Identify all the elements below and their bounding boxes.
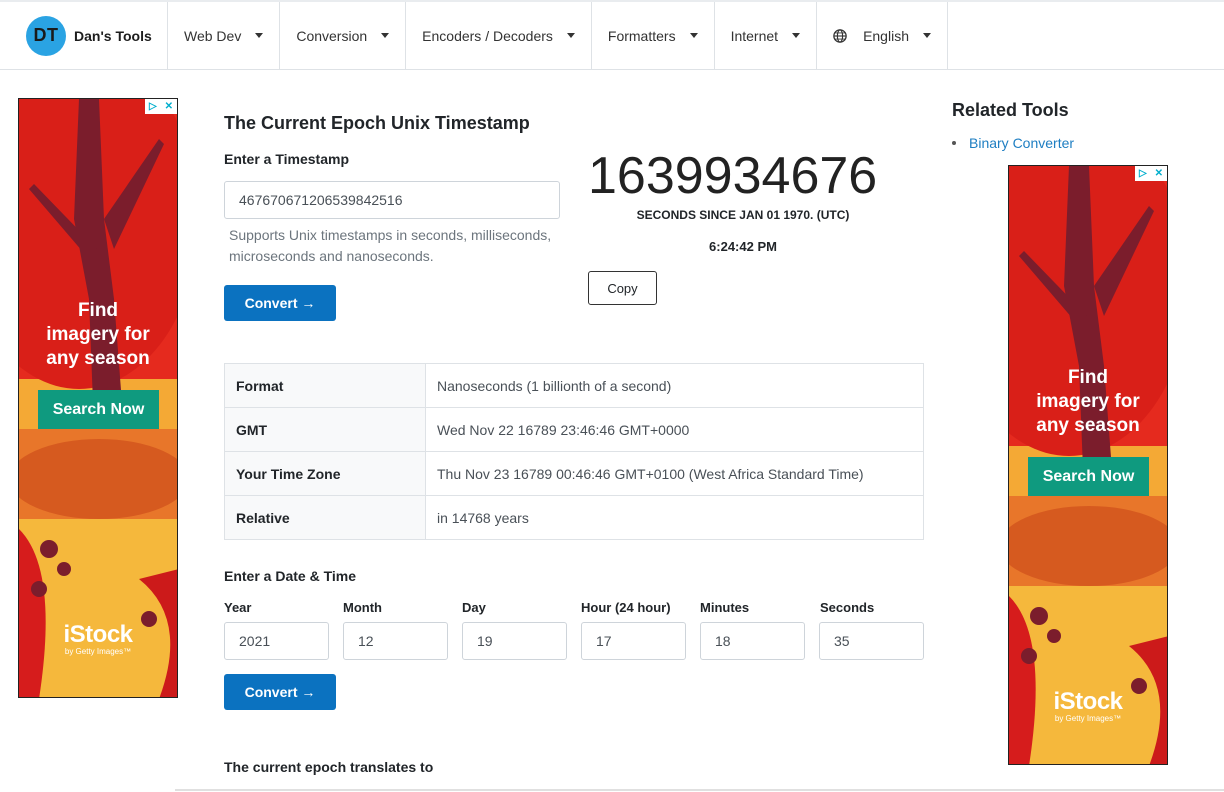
minutes-label: Minutes	[700, 600, 750, 615]
caret-down-icon	[689, 33, 698, 38]
istock-logo: iStock by Getty Images™	[19, 621, 177, 656]
bullet-icon	[952, 141, 956, 145]
nav-item-label: Formatters	[607, 27, 676, 44]
ad-logo-text: iStock	[1053, 688, 1123, 715]
table-row: Relative in 14768 years	[224, 495, 924, 540]
epoch-translates-label: The current epoch translates to	[224, 759, 434, 775]
day-input[interactable]: 19	[462, 622, 567, 660]
row-value: Thu Nov 23 16789 00:46:46 GMT+0100 (West…	[425, 451, 924, 496]
nav-item-encoders-decoders[interactable]: Encoders / Decoders	[406, 2, 592, 69]
right-ad-banner[interactable]: ▷ ✕ Find imagery for any season Search No…	[1008, 165, 1168, 765]
istock-logo: iStock by Getty Images™	[1009, 688, 1167, 723]
related-tool-link[interactable]: Binary Converter	[952, 135, 1074, 151]
nav-item-label: Conversion	[296, 27, 368, 44]
caret-down-icon	[566, 33, 575, 38]
ad-headline-line: imagery for	[46, 324, 150, 345]
ad-headline-line: any season	[46, 348, 150, 369]
brand-link[interactable]: DT Dan's Tools	[0, 2, 168, 69]
row-value: in 14768 years	[425, 495, 924, 540]
globe-icon	[833, 28, 847, 43]
current-epoch-value: 1639934676	[588, 147, 878, 205]
nav-item-formatters[interactable]: Formatters	[592, 2, 715, 69]
ad-choices-icon[interactable]: ▷ ✕	[1135, 166, 1167, 181]
convert-datetime-button[interactable]: Convert →	[224, 674, 336, 710]
epoch-since-label: SECONDS SINCE JAN 01 1970. (UTC)	[636, 208, 850, 222]
ad-headline-line: any season	[1036, 415, 1140, 436]
caret-down-icon	[255, 33, 264, 38]
hour-label: Hour (24 hour)	[581, 600, 671, 615]
nav-item-label: Encoders / Decoders	[422, 27, 553, 44]
related-tools-title: Related Tools	[952, 100, 1069, 120]
brand-name: Dan's Tools	[74, 27, 152, 44]
timestamp-help-text: Supports Unix timestamps in seconds, mil…	[229, 227, 552, 264]
ad-headline: Find imagery for any season	[1009, 366, 1167, 438]
current-time: 6:24:42 PM	[709, 239, 777, 254]
day-label: Day	[462, 600, 486, 615]
month-label: Month	[343, 600, 382, 615]
left-ad-banner[interactable]: ▷ ✕ Find imagery for any season Search No…	[18, 98, 178, 698]
caret-down-icon	[381, 33, 390, 38]
copy-button[interactable]: Copy	[588, 271, 657, 305]
month-input[interactable]: 12	[343, 622, 448, 660]
related-tool-label: Binary Converter	[969, 135, 1075, 151]
caret-down-icon	[922, 33, 931, 38]
table-row: Your Time Zone Thu Nov 23 16789 00:46:46…	[224, 451, 924, 496]
timestamp-input[interactable]: 467670671206539842516	[224, 181, 560, 219]
table-row: Format Nanoseconds (1 billionth of a sec…	[224, 363, 924, 408]
seconds-input[interactable]: 35	[819, 622, 924, 660]
page-title: The Current Epoch Unix Timestamp	[224, 113, 530, 133]
year-input[interactable]: 2021	[224, 622, 329, 660]
row-key: GMT	[224, 407, 426, 452]
nav-item-conversion[interactable]: Conversion	[280, 2, 407, 69]
row-key: Your Time Zone	[224, 451, 426, 496]
seconds-label: Seconds	[820, 600, 875, 615]
ad-logo-subtext: by Getty Images™	[1054, 714, 1122, 723]
ad-search-button[interactable]: Search Now	[1028, 457, 1149, 496]
ad-choices-icon[interactable]: ▷ ✕	[145, 99, 177, 114]
top-navbar: DT Dan's Tools Web Dev Conversion Encode…	[0, 2, 1224, 70]
result-table: Format Nanoseconds (1 billionth of a sec…	[224, 363, 924, 540]
datetime-label: Enter a Date & Time	[224, 568, 357, 584]
year-label: Year	[224, 600, 252, 615]
convert-timestamp-button[interactable]: Convert →	[224, 285, 336, 321]
language-selector[interactable]: English	[817, 2, 948, 69]
nav-item-label: Internet	[730, 27, 779, 44]
brand-logo: DT	[26, 15, 66, 56]
bottom-divider	[175, 789, 1224, 791]
caret-down-icon	[792, 33, 801, 38]
ad-headline-line: Find	[77, 300, 119, 321]
ad-logo-subtext: by Getty Images™	[64, 647, 132, 656]
language-label: English	[863, 27, 909, 44]
ad-headline-line: Find	[1067, 367, 1109, 388]
minutes-input[interactable]: 18	[700, 622, 805, 660]
timestamp-label: Enter a Timestamp	[224, 151, 350, 167]
row-value: Wed Nov 22 16789 23:46:46 GMT+0000	[425, 407, 924, 452]
row-key: Relative	[224, 495, 426, 540]
nav-item-label: Web Dev	[184, 27, 242, 44]
nav-item-internet[interactable]: Internet	[715, 2, 818, 69]
ad-headline: Find imagery for any season	[19, 299, 177, 371]
ad-headline-line: imagery for	[1036, 391, 1140, 412]
nav-item-web-dev[interactable]: Web Dev	[168, 2, 281, 69]
ad-search-button[interactable]: Search Now	[38, 390, 159, 429]
row-value: Nanoseconds (1 billionth of a second)	[437, 377, 672, 394]
row-key: Format	[224, 363, 426, 408]
hour-input[interactable]: 17	[581, 622, 686, 660]
table-row: GMT Wed Nov 22 16789 23:46:46 GMT+0000	[224, 407, 924, 452]
ad-logo-text: iStock	[63, 621, 133, 648]
